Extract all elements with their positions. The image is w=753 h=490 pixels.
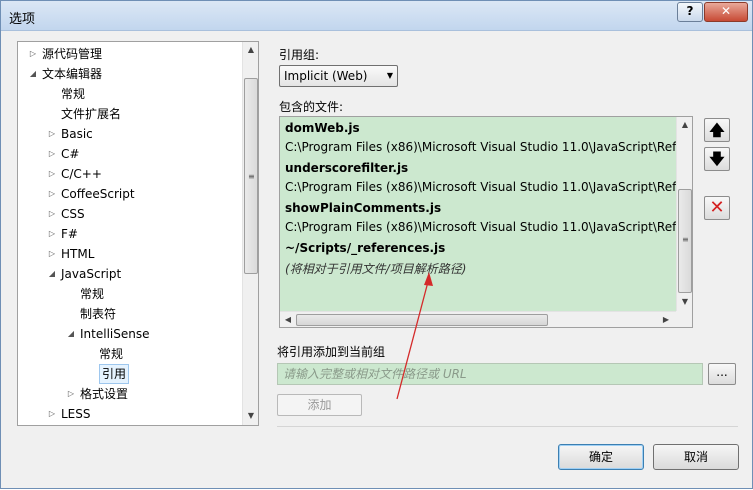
close-button[interactable]: ✕	[704, 2, 748, 22]
tree-item[interactable]: LESS	[61, 404, 91, 424]
tree-item[interactable]: CoffeeScript	[61, 184, 135, 204]
arrow-up-icon: 🡅	[709, 121, 725, 139]
add-button[interactable]: 添加	[277, 394, 362, 416]
tree-item[interactable]: 常规	[80, 284, 104, 304]
tree-collapsed-icon[interactable]: ▷	[47, 404, 57, 424]
options-tree[interactable]: ▷ 源代码管理 ◢ 文本编辑器 常规 文件扩展名 ▷ Basic ▷ C# ▷ C/C++ ▷ Coffe…	[17, 41, 259, 426]
tree-item[interactable]: Basic	[61, 124, 93, 144]
tree-item[interactable]: F#	[61, 224, 78, 244]
file-path-hint: (将相对于引用文件/项目解析路径)	[285, 262, 467, 276]
tree-expanded-icon[interactable]: ◢	[66, 324, 76, 344]
scroll-down-arrow-icon[interactable]: ▼	[243, 408, 258, 424]
browse-button[interactable]: ...	[708, 363, 736, 385]
grip-icon: ≡	[248, 172, 255, 181]
help-button[interactable]: ?	[677, 2, 703, 22]
tree-item[interactable]: 格式设置	[80, 384, 128, 404]
scroll-up-arrow-icon[interactable]: ▲	[677, 117, 692, 133]
tree-item[interactable]: JavaScript	[61, 264, 121, 284]
files-horizontal-scrollbar[interactable]: ◀ ▶	[280, 311, 676, 327]
tree-item[interactable]: 文件扩展名	[61, 104, 121, 124]
ok-button[interactable]: 确定	[558, 444, 644, 470]
tree-item[interactable]: 常规	[61, 84, 85, 104]
tree-item[interactable]: 常规	[99, 344, 123, 364]
reference-group-select[interactable]: Implicit (Web) ▼	[279, 65, 398, 87]
grip-icon: ≡	[682, 235, 689, 244]
reference-group-label: 引用组:	[279, 48, 320, 62]
tree-item[interactable]: HTML	[61, 244, 94, 264]
window-title: 选项	[9, 12, 36, 27]
move-up-button[interactable]: 🡅	[704, 118, 730, 142]
file-name[interactable]: showPlainComments.js	[285, 201, 441, 215]
dropdown-arrow-icon: ▼	[386, 71, 393, 80]
file-path: C:\Program Files (x86)\Microsoft Visual …	[285, 140, 677, 154]
included-files-list[interactable]: domWeb.js C:\Program Files (x86)\Microso…	[279, 116, 693, 328]
tree-collapsed-icon[interactable]: ▷	[47, 184, 57, 204]
included-files-label: 包含的文件:	[279, 100, 344, 114]
title-bar: 选项 ? ✕	[1, 1, 752, 31]
files-vertical-scrollbar[interactable]: ▲ ≡ ▼	[676, 117, 692, 311]
tree-item[interactable]: 制表符	[80, 304, 116, 324]
scroll-corner	[676, 311, 692, 327]
file-name[interactable]: underscorefilter.js	[285, 161, 408, 175]
tree-item[interactable]: C/C++	[61, 164, 102, 184]
scroll-down-arrow-icon[interactable]: ▼	[677, 294, 692, 310]
tree-item[interactable]: 源代码管理	[42, 44, 102, 64]
add-reference-label: 将引用添加到当前组	[277, 345, 386, 359]
delete-x-icon: ✕	[709, 197, 725, 218]
tree-scrollbar[interactable]: ▲ ≡ ▼	[242, 42, 258, 425]
tree-collapsed-icon[interactable]: ▷	[47, 144, 57, 164]
options-dialog: 选项 ? ✕ ▷ 源代码管理 ◢ 文本编辑器 常规 文件扩展名 ▷ Basic ▷ C# ▷ C/C+…	[0, 0, 753, 489]
tree-collapsed-icon[interactable]: ▷	[47, 204, 57, 224]
file-path: C:\Program Files (x86)\Microsoft Visual …	[285, 220, 677, 234]
scroll-right-arrow-icon[interactable]: ▶	[658, 312, 674, 327]
tree-collapsed-icon[interactable]: ▷	[66, 384, 76, 404]
tree-collapsed-icon[interactable]: ▷	[47, 244, 57, 264]
tree-expanded-icon[interactable]: ◢	[28, 64, 38, 84]
tree-collapsed-icon[interactable]: ▷	[47, 164, 57, 184]
reference-path-input[interactable]: 请输入完整或相对文件路径或 URL	[277, 363, 703, 385]
tree-item[interactable]: 文本编辑器	[42, 64, 102, 84]
tree-item[interactable]: IntelliSense	[80, 324, 149, 344]
file-path: C:\Program Files (x86)\Microsoft Visual …	[285, 180, 677, 194]
file-name[interactable]: domWeb.js	[285, 121, 360, 135]
files-hscroll-thumb[interactable]	[296, 314, 548, 326]
tree-item[interactable]: 引用	[99, 364, 130, 384]
files-scroll-thumb[interactable]: ≡	[678, 189, 692, 293]
tree-item[interactable]: CSS	[61, 204, 85, 224]
cancel-button[interactable]: 取消	[653, 444, 739, 470]
remove-button[interactable]: ✕	[704, 196, 730, 220]
divider	[277, 426, 738, 427]
tree-expanded-icon[interactable]: ◢	[47, 264, 57, 284]
tree-item[interactable]: C#	[61, 144, 79, 164]
scroll-up-arrow-icon[interactable]: ▲	[243, 42, 258, 58]
tree-collapsed-icon[interactable]: ▷	[47, 124, 57, 144]
tree-collapsed-icon[interactable]: ▷	[47, 224, 57, 244]
tree-scroll-thumb[interactable]: ≡	[244, 78, 258, 274]
tree-collapsed-icon[interactable]: ▷	[28, 44, 38, 64]
reference-group-value: Implicit (Web)	[284, 69, 368, 83]
arrow-down-icon: 🡇	[709, 150, 725, 168]
scroll-left-arrow-icon[interactable]: ◀	[280, 312, 296, 327]
file-name[interactable]: ~/Scripts/_references.js	[285, 241, 445, 255]
move-down-button[interactable]: 🡇	[704, 147, 730, 171]
